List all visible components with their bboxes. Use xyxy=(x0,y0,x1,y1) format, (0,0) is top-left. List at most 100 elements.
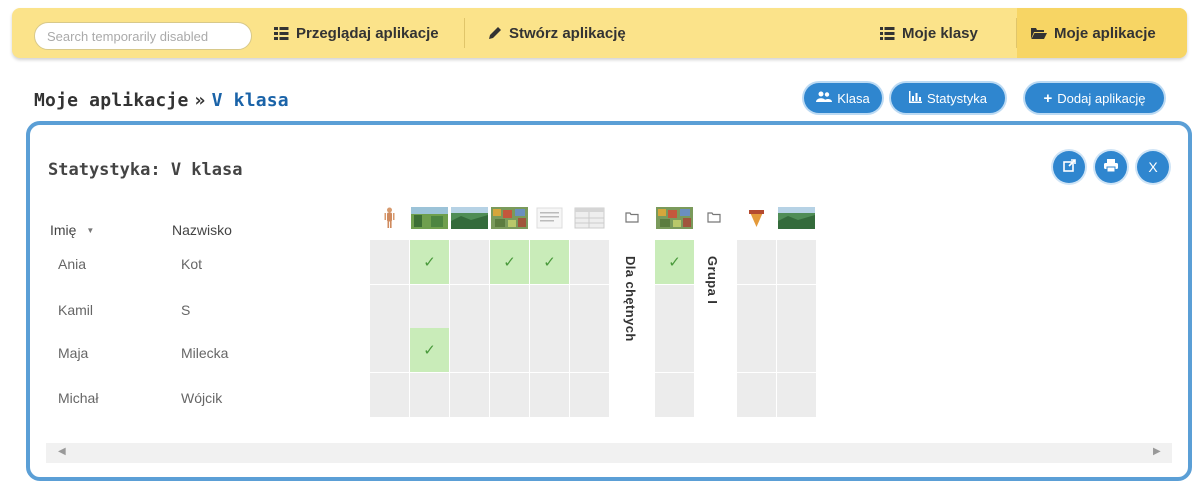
empty-cell xyxy=(370,328,409,372)
nav-my-classes[interactable]: Moje klasy xyxy=(880,8,978,58)
empty-cell xyxy=(570,373,609,417)
anatomy-app-thumbnail[interactable] xyxy=(371,207,408,229)
empty-cell xyxy=(570,285,609,329)
nav-my-apps[interactable]: Moje aplikacje xyxy=(1017,8,1187,58)
student-last-name: Kot xyxy=(181,256,203,272)
print-icon xyxy=(1104,159,1118,175)
grid-icon xyxy=(274,26,289,40)
empty-cell xyxy=(655,328,694,372)
empty-cell xyxy=(570,328,609,372)
users-icon xyxy=(816,91,833,106)
empty-cell xyxy=(777,240,816,284)
mosaic-app-thumbnail[interactable] xyxy=(656,207,693,229)
folder-label-optional[interactable]: Dla chętnych xyxy=(623,256,638,342)
list-icon xyxy=(880,26,895,40)
horizontal-scrollbar[interactable] xyxy=(46,443,1172,463)
empty-cell xyxy=(655,373,694,417)
empty-cell xyxy=(777,373,816,417)
class-button[interactable]: Klasa xyxy=(804,83,882,113)
empty-cell xyxy=(450,285,489,329)
nav-divider xyxy=(464,18,465,48)
breadcrumb-current[interactable]: V klasa xyxy=(212,90,289,111)
empty-cell xyxy=(530,285,569,329)
mosaic-app-thumbnail[interactable] xyxy=(491,207,528,229)
student-last-name: Milecka xyxy=(181,345,229,361)
pencil-icon xyxy=(488,26,502,40)
search-input[interactable] xyxy=(34,22,252,50)
completed-cell: ✓ xyxy=(655,240,694,284)
empty-cell xyxy=(370,285,409,329)
empty-cell xyxy=(737,373,776,417)
empty-cell xyxy=(777,285,816,329)
nav-create-label: Stwórz aplikację xyxy=(509,24,626,42)
text-app-thumbnail[interactable] xyxy=(531,207,568,229)
student-last-name: S xyxy=(181,302,191,318)
print-button[interactable] xyxy=(1095,151,1127,183)
add-app-button[interactable]: + Dodaj aplikację xyxy=(1025,83,1164,113)
completed-cell: ✓ xyxy=(530,240,569,284)
nav-classes-label: Moje klasy xyxy=(902,24,978,42)
check-icon: ✓ xyxy=(543,254,556,271)
nav-apps-label: Moje aplikacje xyxy=(1054,24,1156,42)
top-navbar: Przeglądaj aplikacje Stwórz aplikację Mo… xyxy=(12,8,1187,58)
student-last-name: Wójcik xyxy=(181,390,223,406)
open-external-button[interactable] xyxy=(1053,151,1085,183)
statistics-button[interactable]: Statystyka xyxy=(891,83,1005,113)
empty-cell xyxy=(737,240,776,284)
check-icon: ✓ xyxy=(503,254,516,271)
column-header-first-name[interactable]: Imię ▼ xyxy=(50,222,94,238)
landscape-app-thumbnail[interactable] xyxy=(451,207,488,229)
table-app-thumbnail[interactable] xyxy=(571,207,608,229)
folder-icon[interactable] xyxy=(707,210,721,227)
empty-cell xyxy=(570,240,609,284)
add-app-button-label: Dodaj aplikację xyxy=(1057,90,1146,106)
bar-chart-icon xyxy=(909,90,923,106)
empty-cell xyxy=(450,240,489,284)
check-icon: ✓ xyxy=(423,342,436,359)
folder-icon[interactable] xyxy=(625,210,639,227)
close-icon: X xyxy=(1148,159,1158,175)
empty-cell xyxy=(655,285,694,329)
breadcrumb-root[interactable]: Moje aplikacje xyxy=(34,90,189,111)
external-link-icon xyxy=(1062,159,1076,175)
breadcrumb-separator: » xyxy=(194,90,206,111)
empty-cell xyxy=(410,373,449,417)
empty-cell xyxy=(490,373,529,417)
empty-cell xyxy=(450,373,489,417)
completed-cell: ✓ xyxy=(490,240,529,284)
class-button-label: Klasa xyxy=(837,90,870,106)
column-header-last-name[interactable]: Nazwisko xyxy=(172,222,232,238)
empty-cell xyxy=(737,285,776,329)
first-name-header-label: Imię xyxy=(50,222,77,238)
nature-app-thumbnail[interactable] xyxy=(411,207,448,229)
folder-label-group[interactable]: Grupa I xyxy=(705,256,720,304)
student-first-name: Maja xyxy=(58,345,89,361)
empty-cell xyxy=(490,328,529,372)
scroll-right-icon[interactable]: ▶ xyxy=(1153,446,1161,457)
statistics-button-label: Statystyka xyxy=(927,90,987,106)
empty-cell xyxy=(410,285,449,329)
scroll-left-icon[interactable]: ◀ xyxy=(58,446,66,457)
check-icon: ✓ xyxy=(668,254,681,271)
sort-down-icon: ▼ xyxy=(86,226,95,235)
student-first-name: Ania xyxy=(58,256,87,272)
empty-cell xyxy=(450,328,489,372)
empty-cell xyxy=(737,328,776,372)
nav-create-app[interactable]: Stwórz aplikację xyxy=(488,8,626,58)
check-icon: ✓ xyxy=(423,254,436,271)
cone-app-thumbnail[interactable] xyxy=(738,207,775,229)
student-first-name: Michał xyxy=(58,390,99,406)
close-button[interactable]: X xyxy=(1137,151,1169,183)
empty-cell xyxy=(530,328,569,372)
breadcrumb: Moje aplikacje» V klasa xyxy=(34,90,289,111)
empty-cell xyxy=(490,285,529,329)
nav-browse-label: Przeglądaj aplikacje xyxy=(296,24,439,42)
landscape-app-thumbnail[interactable] xyxy=(778,207,815,229)
student-first-name: Kamil xyxy=(58,302,94,318)
empty-cell xyxy=(777,328,816,372)
empty-cell xyxy=(370,240,409,284)
empty-cell xyxy=(370,373,409,417)
completed-cell: ✓ xyxy=(410,328,449,372)
plus-icon: + xyxy=(1043,89,1053,107)
nav-browse-apps[interactable]: Przeglądaj aplikacje xyxy=(274,8,439,58)
